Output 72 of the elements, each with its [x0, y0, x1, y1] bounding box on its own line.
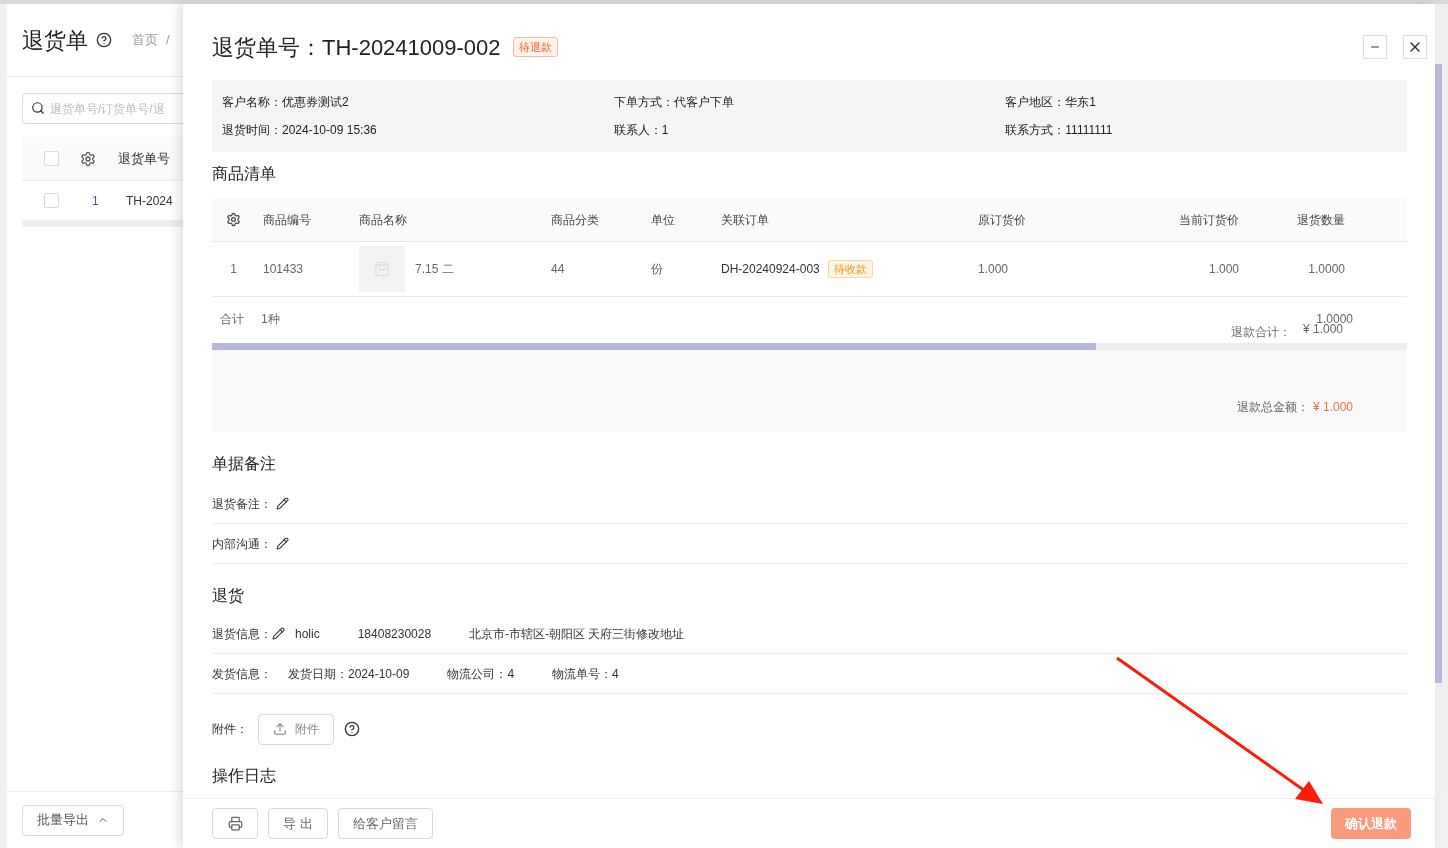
column-header: 商品编号: [262, 211, 312, 229]
close-button[interactable]: [1403, 35, 1427, 59]
field-label: 内部沟通：: [212, 535, 272, 553]
status-tag: 待收款: [827, 259, 873, 279]
info-field: 联系方式：11111111: [1005, 121, 1397, 139]
column-header: 商品分类: [550, 211, 600, 229]
upload-icon: [273, 722, 287, 736]
field-value: 物流公司：4: [447, 665, 515, 683]
info-field: 退货时间：2024-10-09 15:36: [222, 121, 614, 139]
section-title: 单据备注: [212, 454, 277, 474]
edit-icon[interactable]: [276, 537, 289, 550]
table-cell-text: 1.000: [1207, 261, 1240, 278]
summary-count: 1种: [261, 311, 280, 328]
field-label: 退货信息：: [212, 625, 272, 643]
table-cell-text: 1.000: [977, 261, 1010, 278]
column-header: 原订货价: [977, 211, 1027, 229]
search-icon: [31, 101, 45, 115]
field-value: holic: [295, 625, 320, 643]
info-field: 客户名称：优惠券测试2: [222, 93, 614, 111]
field-value: 发货日期：2024-10-09: [288, 665, 410, 683]
summary-label: 合计: [220, 311, 244, 328]
settings-icon[interactable]: [226, 212, 241, 227]
section-title: 商品清单: [212, 164, 277, 184]
table-cell-text: 1.0000: [1307, 261, 1346, 278]
checkbox[interactable]: [43, 193, 59, 208]
refund-total-value: ¥ 1.000: [1312, 399, 1353, 416]
upload-button[interactable]: 附件: [258, 713, 334, 745]
column-header: 退货单号: [118, 149, 170, 168]
refund-total-label: 退款总金额：: [1236, 399, 1309, 416]
breadcrumb-separator: /: [166, 31, 170, 50]
batch-export-button[interactable]: 批量导出: [22, 804, 124, 836]
table-cell[interactable]: DH-20240924-003: [721, 260, 820, 278]
info-field: 客户地区：华东1: [1005, 93, 1397, 111]
field-value: 18408230028: [357, 625, 432, 643]
edit-icon[interactable]: [276, 497, 289, 510]
table-cell-text: 1: [91, 192, 100, 210]
column-header: 退货数量: [1296, 211, 1346, 229]
refund-subtotal-value: ¥ 1.000: [1303, 322, 1344, 338]
page-title: 退货单: [22, 26, 88, 55]
column-header: 单位: [650, 211, 676, 229]
print-button[interactable]: [212, 808, 258, 839]
minimize-button[interactable]: [1363, 35, 1387, 59]
column-header: 商品名称: [358, 211, 408, 229]
export-button[interactable]: 导 出: [268, 808, 328, 839]
table-cell-text: 101433: [262, 261, 305, 278]
help-icon[interactable]: [96, 32, 112, 48]
info-field: 下单方式：代客户下单: [613, 93, 1006, 111]
refund-subtotal-label: 退款合计：: [1231, 324, 1291, 341]
settings-icon[interactable]: [80, 150, 96, 167]
field-value: 物流单号：4: [552, 665, 619, 683]
field-label: 退货备注：: [212, 495, 272, 513]
drawer-title: 退货单号：TH-20241009-002: [212, 33, 501, 62]
checkbox[interactable]: [43, 151, 59, 166]
message-customer-button[interactable]: 给客户留言: [337, 808, 433, 839]
table-cell[interactable]: TH-2024: [126, 191, 173, 210]
table-cell-text: 份: [650, 261, 664, 278]
field-label: 发货信息：: [212, 665, 272, 683]
section-title: 退货: [212, 586, 245, 606]
status-tag: 待退款: [512, 36, 558, 58]
info-field: 联系人：1: [613, 121, 1006, 139]
help-icon[interactable]: [344, 721, 360, 737]
field-value: 北京市-市辖区-朝阳区 天府三街修改地址: [469, 625, 685, 643]
section-title: 操作日志: [212, 766, 277, 786]
printer-icon: [227, 816, 243, 831]
field-label: 附件：: [212, 721, 248, 738]
column-header: 关联订单: [720, 211, 770, 229]
table-cell-text: 1: [229, 261, 238, 278]
edit-icon[interactable]: [272, 627, 285, 640]
table-cell-text: 44: [550, 261, 566, 278]
column-header: 当前订货价: [1178, 211, 1240, 229]
table-cell-text: 7.15 二: [415, 261, 454, 278]
horizontal-scrollbar[interactable]: [212, 343, 1407, 350]
